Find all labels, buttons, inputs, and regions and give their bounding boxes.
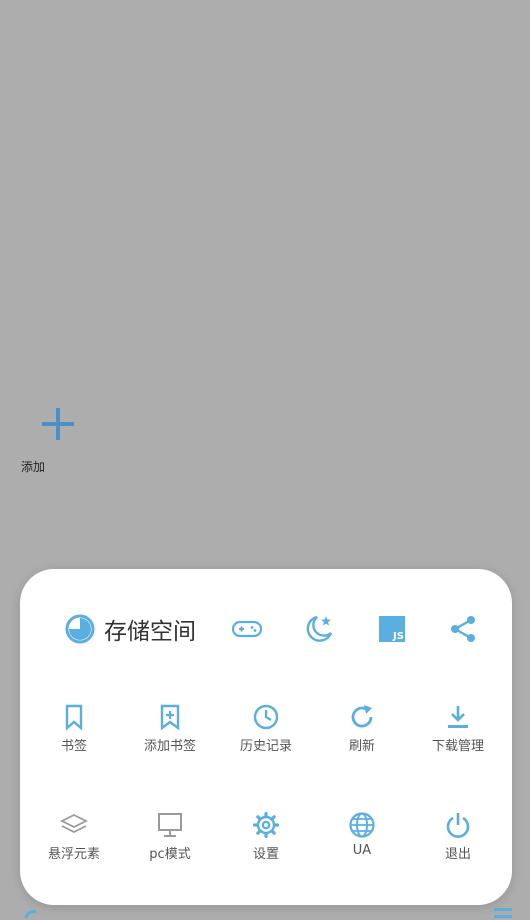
js-badge-text: JS [392,631,404,642]
user-agent-label: UA [352,843,372,858]
storage-button[interactable]: 存储空间 [64,611,196,647]
menu-top-row: 存储空间 JS [20,611,512,651]
refresh-label: 刷新 [348,739,375,754]
share-button[interactable] [446,612,480,646]
pc-mode-button[interactable]: pc模式 [121,811,219,871]
menu-row-2: 悬浮元素 pc模式 设置 UA 退出 [20,811,512,871]
exit-label: 退出 [444,847,471,862]
downloads-label: 下载管理 [431,739,484,754]
add-label: 添加 [21,460,46,474]
globe-icon [349,812,375,838]
refresh-button[interactable]: 刷新 [313,703,411,763]
settings-icon [252,811,280,839]
history-icon [253,704,279,730]
gamepad-button[interactable] [230,612,264,646]
history-label: 历史记录 [239,739,292,754]
bookmark-icon [65,704,83,731]
pc-mode-label: pc模式 [149,847,191,862]
gamepad-icon [231,620,263,638]
bookmarks-label: 书签 [60,739,87,754]
add-bookmark-label: 添加书签 [143,739,196,754]
javascript-icon: JS [379,616,405,642]
javascript-button[interactable]: JS [375,612,409,646]
floating-elements-label: 悬浮元素 [47,847,100,862]
plus-icon [42,408,74,440]
refresh-icon [351,705,373,728]
share-icon [451,616,475,642]
settings-label: 设置 [252,847,279,862]
add-bookmark-icon [160,704,180,731]
storage-label: 存储空间 [104,619,196,645]
monitor-icon [158,813,182,837]
power-icon [446,813,470,838]
downloads-button[interactable]: 下载管理 [409,703,507,763]
exit-button[interactable]: 退出 [409,811,507,871]
add-bookmark-button[interactable]: 添加书签 [121,703,219,763]
night-mode-icon [306,615,333,642]
popup-menu: 存储空间 JS 书签 添加书签 历史记录 刷新 下载管理 悬浮元素 pc模式 设… [20,569,512,905]
download-icon [448,706,468,728]
history-button[interactable]: 历史记录 [217,703,315,763]
night-mode-button[interactable] [302,612,336,646]
layers-icon [60,813,88,834]
user-agent-button[interactable]: UA [313,811,411,871]
pie-chart-icon [65,614,95,644]
bookmarks-button[interactable]: 书签 [25,703,123,763]
floating-elements-button[interactable]: 悬浮元素 [25,811,123,871]
menu-row-1: 书签 添加书签 历史记录 刷新 下载管理 [20,703,512,763]
settings-button[interactable]: 设置 [217,811,315,871]
